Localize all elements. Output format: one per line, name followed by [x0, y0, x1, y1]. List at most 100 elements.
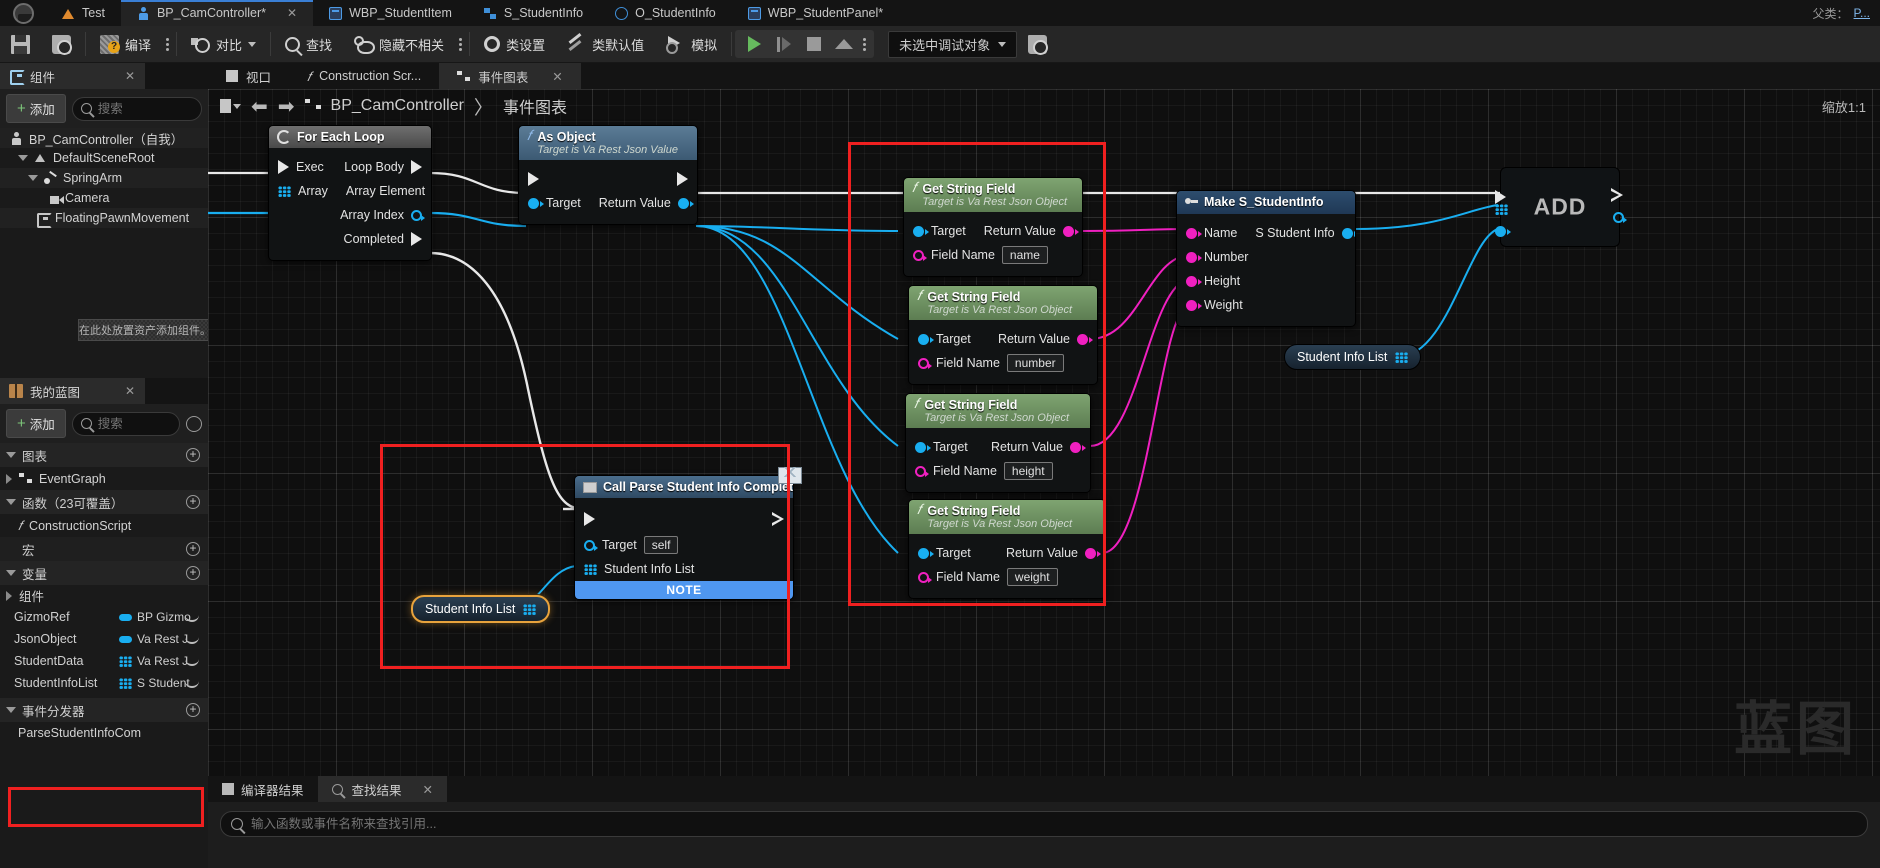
array-pin-icon[interactable]	[1495, 204, 1508, 215]
breadcrumb-root[interactable]: BP_CamController	[331, 97, 464, 115]
pin-exec-out[interactable]	[677, 172, 688, 187]
close-icon[interactable]: ✕	[552, 69, 562, 84]
parent-class-link[interactable]: P...	[1854, 6, 1870, 20]
node-get-string-field-height[interactable]: 𝑓 Get String Field Target is Va Rest Jso…	[905, 393, 1091, 494]
node-get-student-info-list-left[interactable]: Student Info List	[411, 595, 551, 623]
pin-student-info-list-in[interactable]: Student Info List	[584, 562, 694, 576]
chevron-right-icon[interactable]	[6, 590, 12, 601]
add-graph-icon[interactable]: +	[186, 448, 200, 462]
close-icon[interactable]: ✕	[125, 69, 135, 83]
blueprint-graph-canvas[interactable]: ⬅ ➡ BP_CamController 〉 事件图表 缩放1:1 蓝图 For…	[208, 89, 1880, 776]
pin-target-in[interactable]: Target	[528, 196, 581, 210]
field-name-input[interactable]: number	[1006, 354, 1064, 373]
node-as-object[interactable]: 𝑓 As Object Target is Va Rest Json Value…	[518, 125, 698, 226]
close-icon[interactable]: ✕	[125, 384, 135, 398]
target-value[interactable]: self	[643, 536, 679, 554]
components-search-input[interactable]	[97, 101, 193, 116]
window-tab-bp-camcontroller[interactable]: BP_CamController* ✕	[120, 0, 314, 26]
save-button[interactable]	[0, 26, 41, 63]
struct-pin-icon[interactable]	[1495, 226, 1511, 237]
add-blueprint-item-button[interactable]: + 添加	[6, 409, 66, 438]
components-search-box[interactable]	[71, 96, 202, 121]
node-get-string-field-name[interactable]: 𝑓 Get String Field Target is Va Rest Jso…	[903, 177, 1083, 278]
add-macro-icon[interactable]: +	[186, 542, 200, 556]
pin-field-name-in[interactable]: Field Name height	[915, 462, 1053, 481]
component-row-springarm[interactable]: SpringArm	[0, 168, 208, 188]
pin-array-in[interactable]: Array	[278, 184, 328, 198]
variable-row-jsonobject[interactable]: JsonObject Va Rest J	[0, 628, 208, 650]
field-name-input[interactable]: height	[1003, 462, 1053, 481]
component-row-camera[interactable]: Camera	[0, 188, 208, 208]
variable-row-studentinfolist[interactable]: StudentInfoList S Student	[0, 672, 208, 694]
pin-number-in[interactable]: Number	[1186, 250, 1248, 264]
hide-unrelated-options-button[interactable]	[455, 37, 466, 51]
variable-row-studentdata[interactable]: StudentData Va Rest J	[0, 650, 208, 672]
close-icon[interactable]: ✕	[287, 6, 297, 20]
bottom-tab-find-results[interactable]: 查找结果 ✕	[317, 776, 448, 802]
section-event-dispatchers[interactable]: 事件分发器 +	[0, 698, 208, 722]
pin-exec-in[interactable]	[528, 172, 539, 187]
chevron-down-icon[interactable]	[248, 41, 257, 47]
node-note-bar[interactable]: NOTE	[575, 581, 793, 599]
stop-button[interactable]	[799, 30, 829, 58]
int-pin-icon[interactable]	[1613, 212, 1627, 223]
eject-button[interactable]	[829, 30, 859, 58]
add-function-icon[interactable]: +	[186, 495, 200, 509]
field-name-input[interactable]: weight	[1006, 568, 1058, 587]
pin-array-index-out[interactable]: Array Index	[340, 208, 425, 222]
settings-icon[interactable]	[186, 415, 202, 432]
graph-tab-event-graph[interactable]: 事件图表 ✕	[439, 63, 581, 89]
class-defaults-button[interactable]: 类默认值	[556, 26, 655, 63]
diff-button[interactable]: 对比	[180, 26, 267, 63]
window-tab-wbp-studentpanel[interactable]: WBP_StudentPanel*	[732, 0, 899, 26]
find-results-search-box[interactable]	[220, 811, 1868, 837]
section-functions[interactable]: 函数（23可覆盖） +	[0, 490, 208, 514]
pin-target-in[interactable]: Target	[913, 224, 966, 238]
window-tab-test[interactable]: Test	[46, 0, 121, 26]
bottom-tab-compiler-results[interactable]: 编译器结果	[208, 776, 318, 802]
function-item-constructionscript[interactable]: 𝑓 ConstructionScript	[0, 514, 208, 537]
section-graphs[interactable]: 图表 +	[0, 443, 208, 467]
add-component-button[interactable]: + 添加	[6, 94, 66, 123]
pin-loop-body-out[interactable]: Loop Body	[344, 160, 422, 174]
pin-return-value-out[interactable]: Return Value	[998, 332, 1093, 346]
pin-return-value-out[interactable]: Return Value	[984, 224, 1079, 238]
class-settings-button[interactable]: 类设置	[473, 26, 556, 63]
eye-icon[interactable]	[185, 613, 199, 622]
graph-item-eventgraph[interactable]: EventGraph	[0, 467, 208, 490]
node-get-string-field-number[interactable]: 𝑓 Get String Field Target is Va Rest Jso…	[908, 285, 1098, 386]
simulate-button[interactable]: 模拟	[655, 26, 728, 63]
component-row-bp-camcontroller[interactable]: BP_CamController（自我）	[0, 128, 208, 148]
pin-target-in[interactable]: Target self	[584, 536, 679, 554]
pin-target-in[interactable]: Target	[915, 440, 968, 454]
add-dispatcher-icon[interactable]: +	[186, 703, 200, 717]
section-macros[interactable]: 宏 +	[0, 537, 208, 561]
eye-icon[interactable]	[185, 657, 199, 666]
section-variables[interactable]: 变量 +	[0, 561, 208, 585]
eye-icon[interactable]	[185, 635, 199, 644]
pin-return-value-out[interactable]: Return Value	[991, 440, 1086, 454]
pin-return-value-out[interactable]: Return Value	[1006, 546, 1101, 560]
graph-list-button[interactable]	[220, 99, 241, 113]
pin-struct-out[interactable]: S Student Info	[1255, 226, 1355, 240]
component-row-floatingpawnmovement[interactable]: FloatingPawnMovement	[0, 208, 208, 228]
pin-weight-in[interactable]: Weight	[1186, 298, 1243, 312]
play-options-button[interactable]	[859, 37, 870, 51]
step-button[interactable]	[769, 30, 799, 58]
pin-exec-in[interactable]: Exec	[278, 160, 324, 174]
window-tab-o-studentinfo[interactable]: O_StudentInfo	[599, 0, 732, 26]
pin-name-in[interactable]: Name	[1186, 226, 1237, 240]
comment-envelope-icon[interactable]	[778, 467, 802, 484]
hide-unrelated-button[interactable]: 隐藏不相关	[343, 26, 455, 63]
node-get-string-field-weight[interactable]: 𝑓 Get String Field Target is Va Rest Jso…	[908, 499, 1106, 600]
add-variable-icon[interactable]: +	[186, 566, 200, 580]
pin-height-in[interactable]: Height	[1186, 274, 1240, 288]
chevron-right-icon[interactable]	[6, 473, 12, 484]
pin-exec-out[interactable]	[772, 511, 784, 527]
tab-components[interactable]: 组件 ✕	[0, 63, 145, 89]
node-make-s-studentinfo[interactable]: Make S_StudentInfo Name S Student Info N…	[1176, 190, 1356, 327]
browse-button[interactable]	[41, 26, 82, 63]
pin-target-in[interactable]: Target	[918, 332, 971, 346]
node-add-array-item[interactable]: ADD	[1495, 167, 1627, 247]
breadcrumb-current[interactable]: 事件图表	[503, 94, 567, 118]
